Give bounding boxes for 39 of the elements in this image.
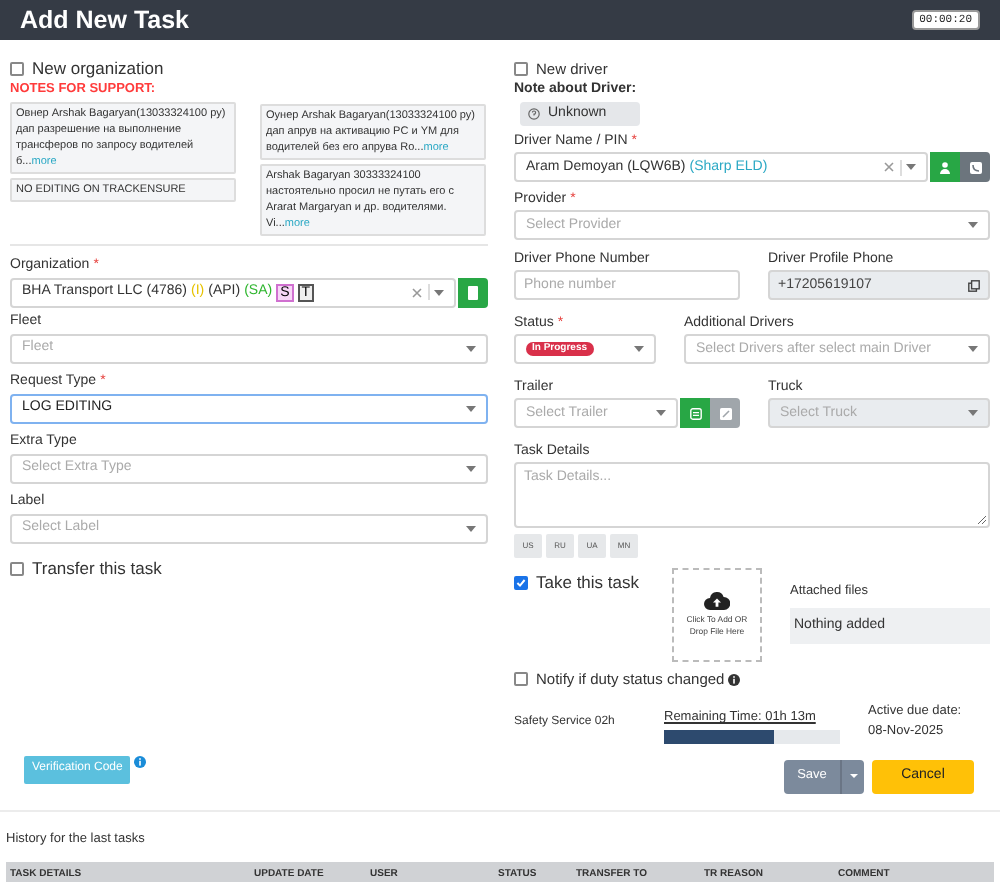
caret-icon: [849, 774, 857, 779]
info-icon: [728, 673, 741, 686]
caret-icon: [968, 222, 978, 229]
caret-icon: [634, 346, 644, 353]
checkbox[interactable]: [10, 561, 24, 576]
caret-icon: [906, 164, 916, 171]
trailer-list-button[interactable]: [680, 398, 710, 429]
edit-icon: [719, 407, 731, 420]
checkbox-label: Take this task: [536, 572, 639, 594]
checkbox[interactable]: [514, 672, 528, 687]
caret-icon: [466, 525, 476, 532]
caret-icon: [968, 346, 978, 353]
resize-handle-icon[interactable]: [978, 516, 986, 525]
caret-icon: [434, 289, 444, 296]
caret-icon: [466, 465, 476, 472]
checkbox[interactable]: [10, 61, 24, 76]
driver-button[interactable]: [930, 152, 960, 183]
checkbox-label: New organization: [32, 58, 164, 79]
person-icon: [940, 161, 950, 174]
caret-icon: [968, 410, 978, 417]
phone-button[interactable]: [960, 152, 990, 183]
clear-icon[interactable]: [411, 287, 421, 298]
checkbox[interactable]: [514, 575, 528, 590]
cloud-upload-icon: [704, 592, 730, 611]
info-icon: [134, 756, 147, 768]
window-title: Add New Task: [20, 5, 190, 35]
list-icon: [689, 407, 701, 420]
phone-icon: [969, 161, 981, 174]
trailer-edit-button[interactable]: [710, 398, 740, 429]
caret-icon: [656, 410, 666, 417]
clear-icon[interactable]: [883, 162, 893, 173]
copy-icon[interactable]: [968, 279, 980, 292]
caret-icon: [466, 405, 476, 412]
save-options-button[interactable]: [840, 759, 864, 794]
add-button[interactable]: [458, 277, 488, 308]
caret-icon: [466, 345, 476, 352]
question-icon: [528, 108, 540, 121]
checkbox[interactable]: [514, 62, 528, 76]
checkbox-label: Transfer this task: [32, 557, 162, 579]
